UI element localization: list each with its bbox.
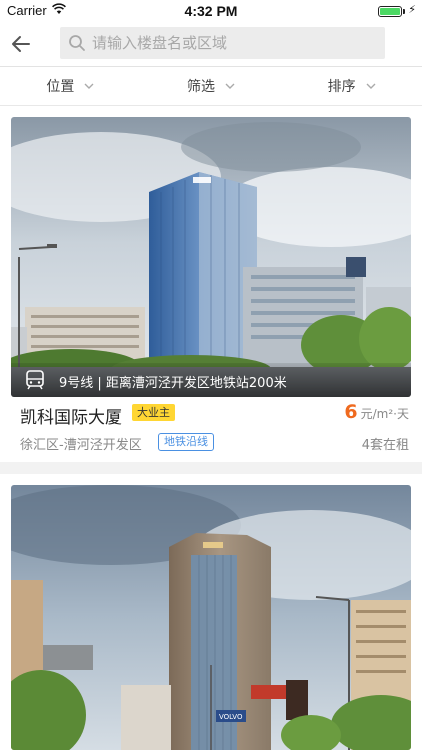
clock: 4:32 PM [184,3,238,19]
status-bar: Carrier 4:32 PM ⚡ [0,0,422,22]
filter-sort-label: 排序 [327,79,356,95]
chevron-down-icon [225,83,235,89]
listing-location-row: 徐汇区-漕河泾开发区 地铁沿线 4套在租 [20,432,409,456]
metro-train-icon [26,370,44,390]
volvo-sign: VOLVO [219,713,243,721]
filter-sort[interactable]: 排序 [281,67,422,105]
available-count: 4套在租 [361,438,409,453]
filter-location-label: 位置 [46,79,75,95]
search-input[interactable] [92,27,377,59]
building-photo: 9号线 | 距离漕河泾开发区地铁站200米 [11,117,411,397]
metro-distance-text: 9号线 | 距离漕河泾开发区地铁站200米 [59,376,287,391]
building-photo-image [11,117,411,397]
price-value: 6 [344,401,358,423]
battery-icon [378,6,402,17]
nav-bar [0,22,422,66]
listing-title-row: 凯科国际大厦 大业主 6 元/m²·天 [20,401,409,431]
price: 6 元/m²·天 [344,401,409,423]
building-photo-image: VOLVO [11,485,411,750]
search-box[interactable] [60,27,385,59]
charging-icon: ⚡ [408,3,416,16]
building-photo: VOLVO [11,485,411,750]
search-icon [69,35,85,51]
metro-badge: 地铁沿线 [158,433,214,451]
battery-tip [403,9,405,14]
building-name[interactable]: 凯科国际大厦 [20,403,122,428]
owner-badge: 大业主 [132,404,175,421]
filter-options[interactable]: 筛选 [141,67,282,105]
chevron-down-icon [84,83,94,89]
metro-info-strip: 9号线 | 距离漕河泾开发区地铁站200米 [11,363,411,397]
price-unit: 元/m²·天 [360,407,409,421]
back-arrow-icon[interactable] [8,31,34,57]
filter-options-label: 筛选 [187,79,215,95]
district-label: 徐汇区-漕河泾开发区 [20,438,142,453]
filter-bar: 位置 筛选 排序 [0,66,422,106]
chevron-down-icon [366,83,376,89]
filter-location[interactable]: 位置 [0,67,141,105]
listing-card[interactable]: 9号线 | 距离漕河泾开发区地铁站200米 凯科国际大厦 大业主 6 元/m²·天… [0,106,422,462]
listing-card[interactable]: VOLVO [0,474,422,750]
